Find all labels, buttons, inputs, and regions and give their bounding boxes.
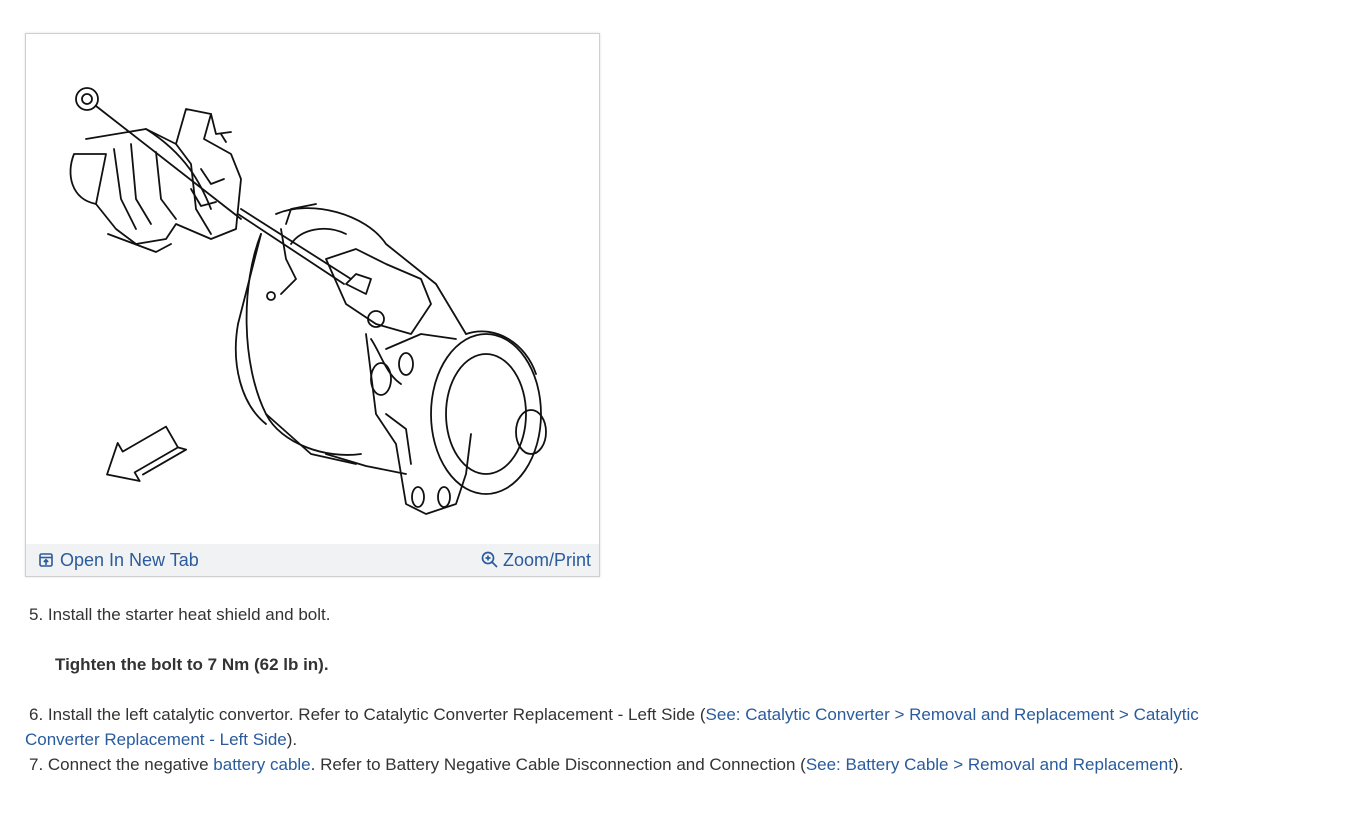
step-7-text: 7. Connect the negative: [29, 755, 214, 774]
step-6: 6. Install the left catalytic convertor.…: [25, 702, 1265, 752]
step-6-suffix: ).: [286, 730, 298, 749]
battery-cable-removal-link[interactable]: See: Battery Cable > Removal and Replace…: [806, 755, 1173, 774]
step-5-torque-spec: Tighten the bolt to 7 Nm (62 lb in).: [55, 655, 329, 674]
zoom-in-icon: [481, 551, 498, 568]
battery-cable-link[interactable]: battery cable: [213, 755, 310, 774]
open-tab-icon: [39, 553, 53, 567]
direction-arrow: [106, 425, 188, 482]
open-in-new-tab-link[interactable]: Open In New Tab: [38, 550, 199, 571]
step-7: 7. Connect the negative battery cable. R…: [29, 752, 1183, 777]
step-5: 5. Install the starter heat shield and b…: [29, 605, 331, 624]
step-7-suffix: ).: [1172, 755, 1184, 774]
zoom-print-label: Zoom/Print: [502, 549, 591, 570]
step-7-middle: . Refer to Battery Negative Cable Discon…: [310, 755, 806, 774]
figure-box: Open In New Tab Zoom/Print: [25, 33, 600, 577]
heat-shield-part: [69, 108, 242, 253]
step-6-text: 6. Install the left catalytic convertor.…: [29, 705, 706, 724]
figure-toolbar: Open In New Tab Zoom/Print: [26, 544, 599, 576]
open-in-new-tab-label: Open In New Tab: [60, 549, 199, 570]
starter-motor-part: [234, 203, 547, 515]
starter-heat-shield-illustration: [69, 87, 547, 515]
zoom-print-link[interactable]: Zoom/Print: [481, 550, 591, 571]
